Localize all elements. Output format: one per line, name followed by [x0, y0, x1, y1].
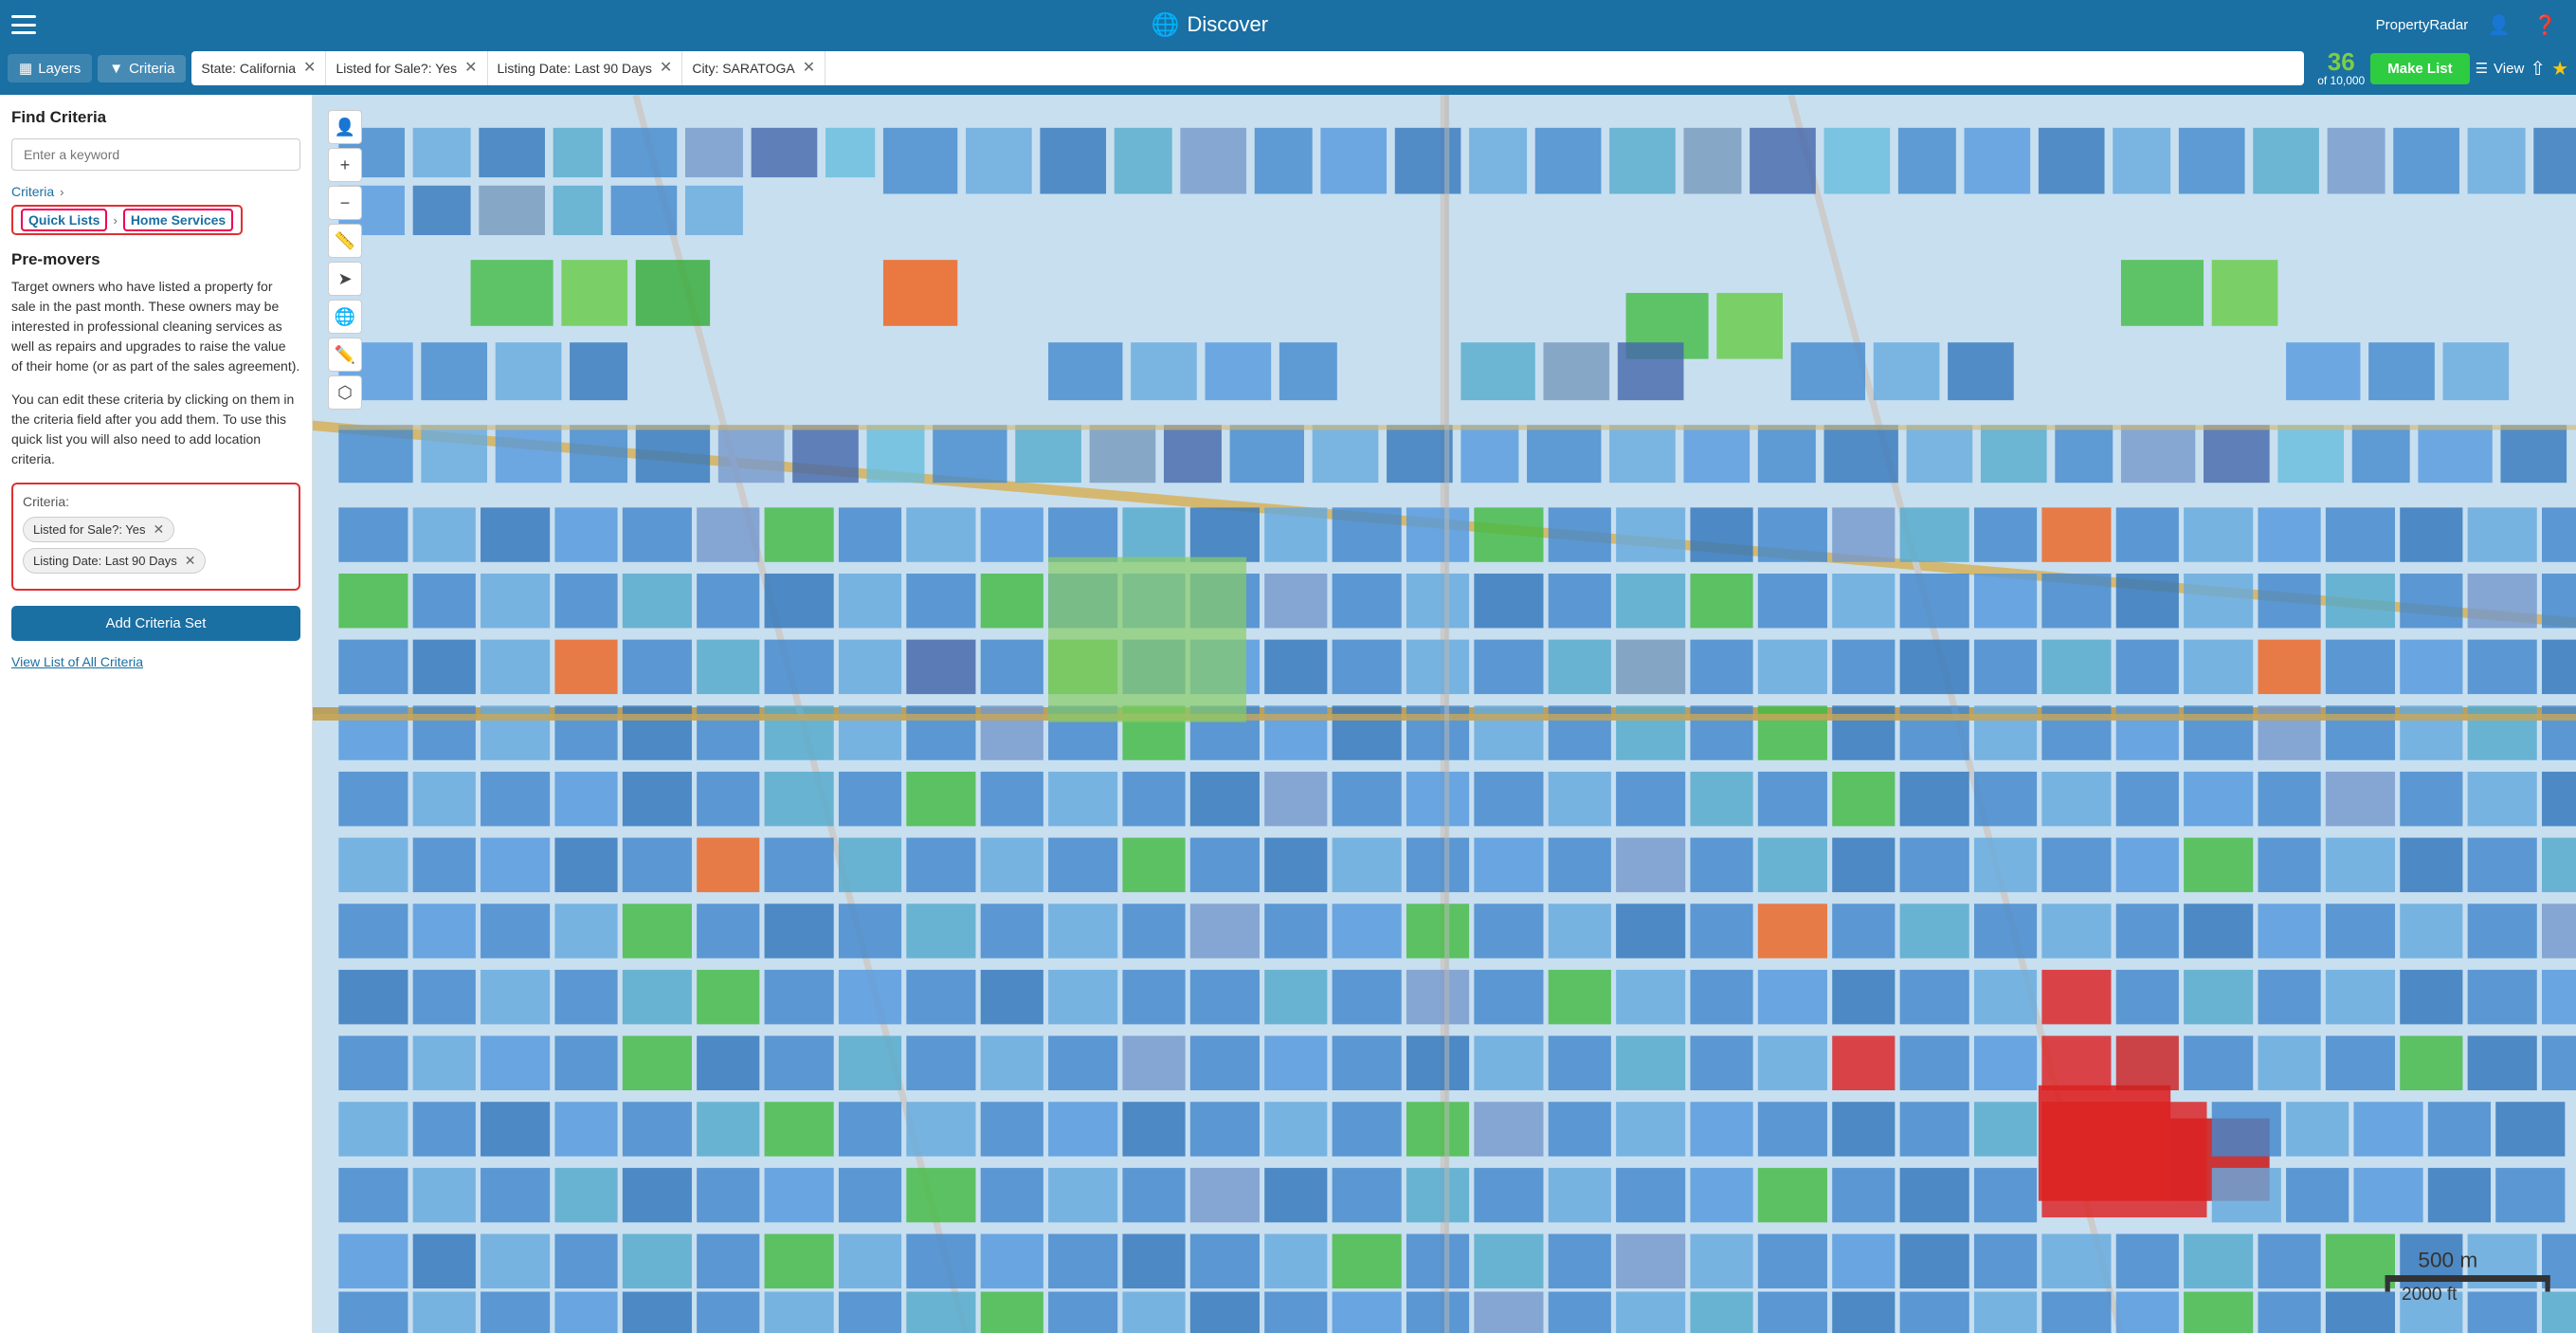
- sidebar: Find Criteria Criteria › Quick Lists › H…: [0, 95, 313, 1333]
- layers-label: Layers: [38, 61, 81, 77]
- filter-tag-city: City: SARATOGA ✕: [682, 51, 825, 85]
- count-number: 36: [2328, 49, 2355, 74]
- topbar-right: PropertyRadar 👤 ❓: [2361, 9, 2576, 41]
- hamburger-icon[interactable]: [11, 15, 36, 34]
- topbar: 🌐 Discover PropertyRadar 👤 ❓: [0, 0, 2576, 49]
- criteria-tag-date: Listing Date: Last 90 Days ✕: [23, 548, 206, 574]
- search-input[interactable]: [11, 138, 300, 171]
- criteria-box: Criteria: Listed for Sale?: Yes ✕ Listin…: [11, 483, 300, 591]
- count-of: of 10,000: [2317, 74, 2365, 87]
- topbar-center: 🌐 Discover: [59, 11, 2361, 39]
- remove-criteria-listed[interactable]: ✕: [154, 521, 165, 538]
- topbar-left: [0, 15, 59, 34]
- globe-view-button[interactable]: 🌐: [328, 300, 362, 334]
- map-svg[interactable]: 500 m 2000 ft: [313, 95, 2576, 1333]
- globe-icon: 🌐: [1152, 11, 1180, 39]
- remove-listed-filter[interactable]: ✕: [464, 61, 477, 76]
- view-button[interactable]: ☰ View: [2476, 60, 2525, 77]
- layers-tab[interactable]: ▦ Layers: [8, 54, 92, 82]
- map-background: 500 m 2000 ft: [313, 95, 2576, 1333]
- locate-me-button[interactable]: 👤: [328, 110, 362, 144]
- filterbar: ▦ Layers ▼ Criteria State: California ✕ …: [0, 49, 2576, 95]
- breadcrumb-highlight: Quick Lists › Home Services: [11, 205, 243, 235]
- remove-state-filter[interactable]: ✕: [303, 61, 316, 76]
- find-criteria-title: Find Criteria: [11, 108, 300, 127]
- filter-tag-date: Listing Date: Last 90 Days ✕: [488, 51, 683, 85]
- svg-text:500 m: 500 m: [2418, 1248, 2477, 1271]
- filter-tag-listed: Listed for Sale?: Yes ✕: [326, 51, 487, 85]
- view-label: View: [2494, 61, 2524, 77]
- breadcrumb-sep-2: ›: [113, 213, 117, 228]
- criteria-tag-listed-text: Listed for Sale?: Yes: [33, 522, 146, 537]
- view-all-criteria-link[interactable]: View List of All Criteria: [11, 654, 300, 669]
- criteria-tag-listed: Listed for Sale?: Yes ✕: [23, 517, 174, 542]
- filter-tag-bar: State: California ✕ Listed for Sale?: Ye…: [191, 51, 2304, 85]
- filter-tag-date-text: Listing Date: Last 90 Days: [498, 61, 652, 76]
- remove-criteria-date[interactable]: ✕: [185, 553, 196, 569]
- help-icon-btn[interactable]: ❓: [2530, 9, 2561, 41]
- measure-button[interactable]: 📏: [328, 224, 362, 258]
- section-title: Pre-movers: [11, 250, 300, 269]
- criteria-tab[interactable]: ▼ Criteria: [98, 55, 186, 82]
- breadcrumb: Criteria › Quick Lists › Home Services: [11, 184, 300, 235]
- count-box: 36 of 10,000: [2317, 49, 2365, 87]
- share-button[interactable]: ⇧: [2530, 57, 2546, 81]
- edit-button[interactable]: ✏️: [328, 338, 362, 372]
- map-area: 500 m 2000 ft 👤 + − 📏 ➤ 🌐 ✏️ ⬡: [313, 95, 2576, 1333]
- criteria-label: Criteria:: [23, 494, 289, 509]
- breadcrumb-criteria[interactable]: Criteria: [11, 184, 54, 199]
- filter-tag-listed-text: Listed for Sale?: Yes: [336, 61, 457, 76]
- section-desc-2: You can edit these criteria by clicking …: [11, 390, 300, 469]
- filter-tag-city-text: City: SARATOGA: [692, 61, 794, 76]
- user-name: PropertyRadar: [2376, 17, 2469, 33]
- map-controls: 👤 + − 📏 ➤ 🌐 ✏️ ⬡: [328, 110, 362, 410]
- criteria-label: Criteria: [129, 61, 174, 77]
- zoom-out-button[interactable]: −: [328, 186, 362, 220]
- breadcrumb-quick-lists[interactable]: Quick Lists: [21, 209, 107, 231]
- star-button[interactable]: ★: [2551, 57, 2568, 81]
- zoom-in-button[interactable]: +: [328, 148, 362, 182]
- section-desc-1: Target owners who have listed a property…: [11, 277, 300, 376]
- app-title: Discover: [1187, 12, 1268, 37]
- svg-text:2000 ft: 2000 ft: [2402, 1285, 2458, 1305]
- criteria-tag-date-text: Listing Date: Last 90 Days: [33, 554, 177, 568]
- remove-date-filter[interactable]: ✕: [660, 61, 672, 76]
- filter-tag-state: State: California ✕: [191, 51, 326, 85]
- user-icon-btn[interactable]: 👤: [2483, 9, 2514, 41]
- breadcrumb-sep-1: ›: [60, 185, 63, 199]
- compass-button[interactable]: ➤: [328, 262, 362, 296]
- polygon-button[interactable]: ⬡: [328, 375, 362, 410]
- breadcrumb-home-services[interactable]: Home Services: [123, 209, 233, 231]
- list-view-icon: ☰: [2476, 60, 2488, 77]
- add-criteria-set-button[interactable]: Add Criteria Set: [11, 606, 300, 641]
- make-list-button[interactable]: Make List: [2370, 53, 2469, 84]
- main-content: Find Criteria Criteria › Quick Lists › H…: [0, 95, 2576, 1333]
- remove-city-filter[interactable]: ✕: [803, 61, 815, 76]
- criteria-icon: ▼: [109, 61, 123, 77]
- layers-icon: ▦: [19, 60, 32, 77]
- filter-tag-state-text: State: California: [201, 61, 296, 76]
